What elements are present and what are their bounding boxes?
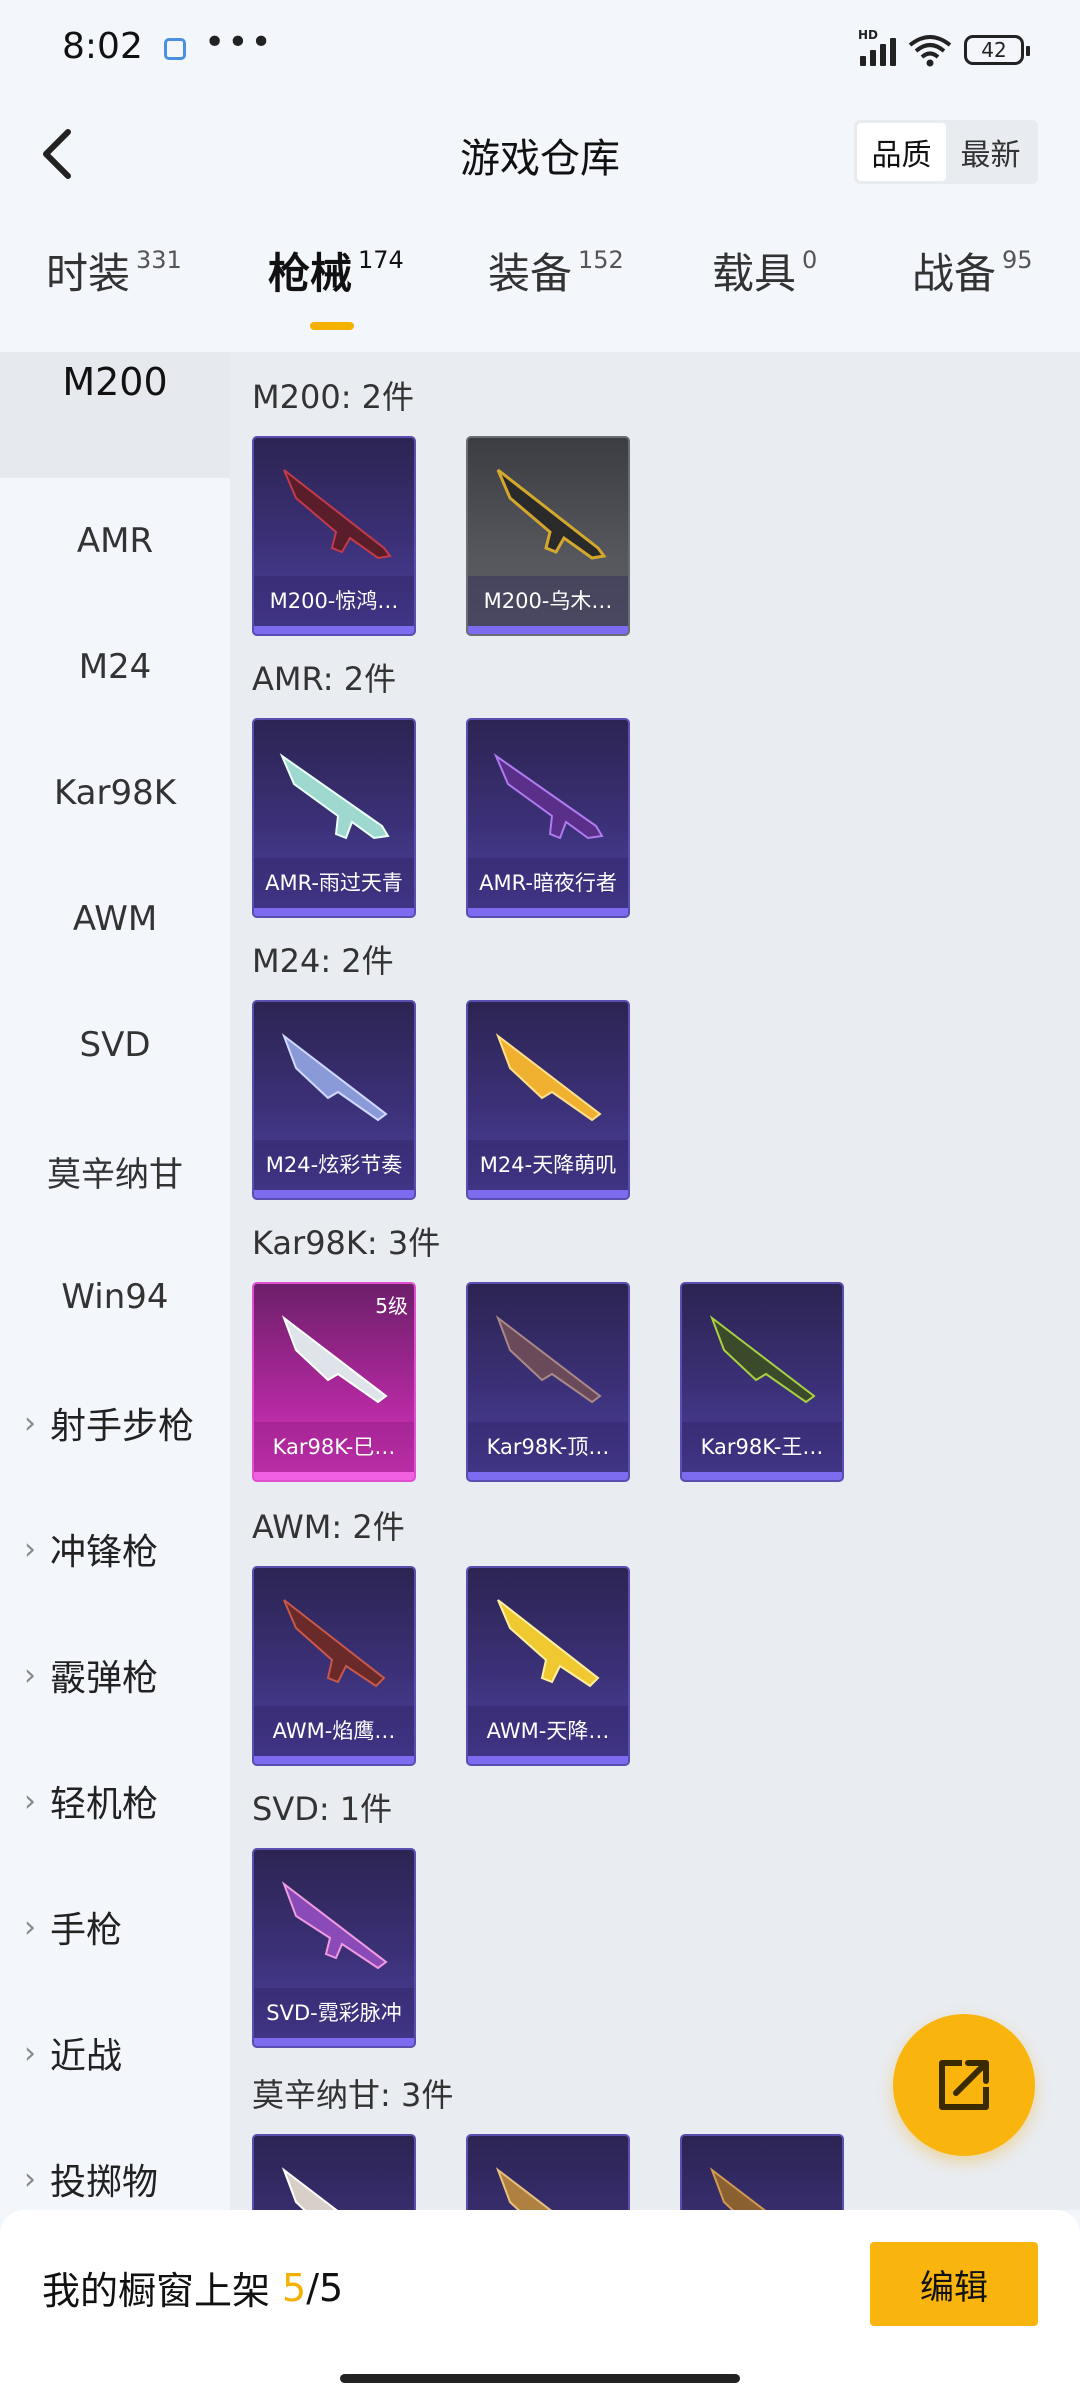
weapon-card[interactable]: M24-炫彩节奏 — [252, 1000, 416, 1200]
rifle-icon — [709, 1315, 816, 1404]
rifle-icon — [279, 753, 390, 840]
rifle-icon — [283, 469, 392, 560]
weapon-card[interactable]: AWM-天降… — [466, 1566, 630, 1766]
rifle-icon — [281, 1033, 388, 1122]
chevron-right-icon: › — [24, 1909, 36, 1945]
chevron-right-icon: › — [24, 1657, 36, 1693]
section-title-amr: AMR: 2件 — [252, 660, 397, 698]
share-button[interactable] — [893, 2014, 1035, 2156]
sidebar-item-svd[interactable]: SVD — [0, 982, 230, 1108]
rifle-icon — [281, 1881, 388, 1970]
category-tabs: 时装 331 枪械 174 装备 152 载具 0 战备 95 — [0, 240, 1080, 350]
weapon-card[interactable]: SVD-霓彩脉冲 — [252, 1848, 416, 2048]
shelf-current-count: 5 — [282, 2265, 307, 2310]
chevron-right-icon: › — [24, 2035, 36, 2071]
weapon-card[interactable]: 5级 Kar98K-巳… — [252, 1282, 416, 1482]
section-title-m24: M24: 2件 — [252, 942, 394, 980]
active-tab-indicator — [310, 322, 354, 330]
rifle-icon — [495, 1315, 602, 1404]
section-title-mosin: 莫辛纳甘: 3件 — [252, 2076, 454, 2114]
sidebar-item-kar98k[interactable]: Kar98K — [0, 730, 230, 856]
weapon-card[interactable]: AMR-雨过天青 — [252, 718, 416, 918]
sidebar-category-shotgun[interactable]: › 霰弹枪 — [0, 1612, 230, 1738]
rifle-icon — [281, 2167, 338, 2210]
sidebar-item-amr[interactable]: AMR — [0, 478, 230, 604]
app-header: 游戏仓库 品质 最新 — [0, 100, 1080, 210]
tab-fashion[interactable]: 时装 331 — [46, 240, 182, 301]
sidebar-category-lmg[interactable]: › 轻机枪 — [0, 1738, 230, 1864]
chevron-right-icon: › — [24, 1405, 36, 1441]
app-notification-icon — [164, 38, 186, 60]
weapon-card[interactable]: AWM-焰鹰… — [252, 1566, 416, 1766]
shelf-total-count: /5 — [306, 2265, 344, 2310]
section-title-kar98k: Kar98K: 3件 — [252, 1224, 441, 1262]
home-indicator[interactable] — [340, 2374, 740, 2383]
section-title-svd: SVD: 1件 — [252, 1790, 393, 1828]
rifle-icon — [493, 753, 604, 840]
weapon-card[interactable] — [466, 2134, 630, 2210]
sort-latest-button[interactable]: 最新 — [946, 123, 1035, 181]
sidebar-item-m200[interactable]: M200 — [0, 352, 230, 478]
wifi-icon — [908, 35, 952, 67]
rifle-icon — [495, 1033, 602, 1122]
section-title-m200: M200: 2件 — [252, 378, 415, 416]
rifle-icon — [497, 1599, 600, 1688]
shelf-status: 我的橱窗上架 5 /5 — [42, 2265, 344, 2314]
status-bar: 8:02 ••• HD 42 — [0, 0, 1080, 100]
rifle-icon — [495, 2167, 552, 2210]
bottom-bar: 我的橱窗上架 5 /5 编辑 — [0, 2210, 1080, 2400]
rifle-icon — [281, 1315, 388, 1404]
sidebar-category-dmr[interactable]: › 射手步枪 — [0, 1360, 230, 1486]
sort-quality-button[interactable]: 品质 — [857, 123, 946, 181]
more-notifications-icon: ••• — [204, 22, 274, 63]
weapon-card[interactable]: Kar98K-顶… — [466, 1282, 630, 1482]
sidebar-item-awm[interactable]: AWM — [0, 856, 230, 982]
sort-toggle: 品质 最新 — [854, 120, 1038, 184]
weapon-card[interactable]: M24-天降萌叽 — [466, 1000, 630, 1200]
status-time: 8:02 — [62, 26, 143, 67]
weapon-card[interactable]: M200-乌木… — [466, 436, 630, 636]
chevron-right-icon: › — [24, 2161, 36, 2197]
weapon-card[interactable]: AMR-暗夜行者 — [466, 718, 630, 918]
sidebar-category-smg[interactable]: › 冲锋枪 — [0, 1486, 230, 1612]
battery-icon: 42 — [964, 35, 1030, 65]
rifle-icon — [709, 2167, 766, 2210]
sidebar-category-pistol[interactable]: › 手枪 — [0, 1864, 230, 1990]
weapon-list: M200: 2件 M200-惊鸿… M200-乌木… AMR: 2件 AMR-雨… — [230, 352, 1080, 2210]
tab-equipment[interactable]: 装备 152 — [488, 240, 624, 301]
tab-weapons[interactable]: 枪械 174 — [268, 240, 404, 301]
weapon-sidebar: M200 AMR M24 Kar98K AWM SVD 莫辛纳甘 Win94 ›… — [0, 352, 230, 2210]
rifle-icon — [283, 1599, 386, 1688]
chevron-right-icon: › — [24, 1783, 36, 1819]
weapon-card[interactable] — [680, 2134, 844, 2210]
tab-vehicles[interactable]: 载具 0 — [712, 240, 817, 301]
weapon-card[interactable]: M200-惊鸿… — [252, 436, 416, 636]
share-icon — [939, 2060, 989, 2110]
sidebar-item-mosin[interactable]: 莫辛纳甘 — [0, 1108, 230, 1234]
weapon-card[interactable] — [252, 2134, 416, 2210]
sidebar-category-melee[interactable]: › 近战 — [0, 1990, 230, 2116]
sidebar-item-win94[interactable]: Win94 — [0, 1234, 230, 1360]
chevron-right-icon: › — [24, 1531, 36, 1567]
edit-button[interactable]: 编辑 — [870, 2242, 1038, 2326]
section-title-awm: AWM: 2件 — [252, 1508, 405, 1546]
weapon-card[interactable]: Kar98K-王… — [680, 1282, 844, 1482]
sidebar-item-m24[interactable]: M24 — [0, 604, 230, 730]
rifle-icon — [496, 468, 607, 560]
tab-supplies[interactable]: 战备 95 — [912, 240, 1033, 301]
signal-icon: HD — [858, 28, 896, 66]
